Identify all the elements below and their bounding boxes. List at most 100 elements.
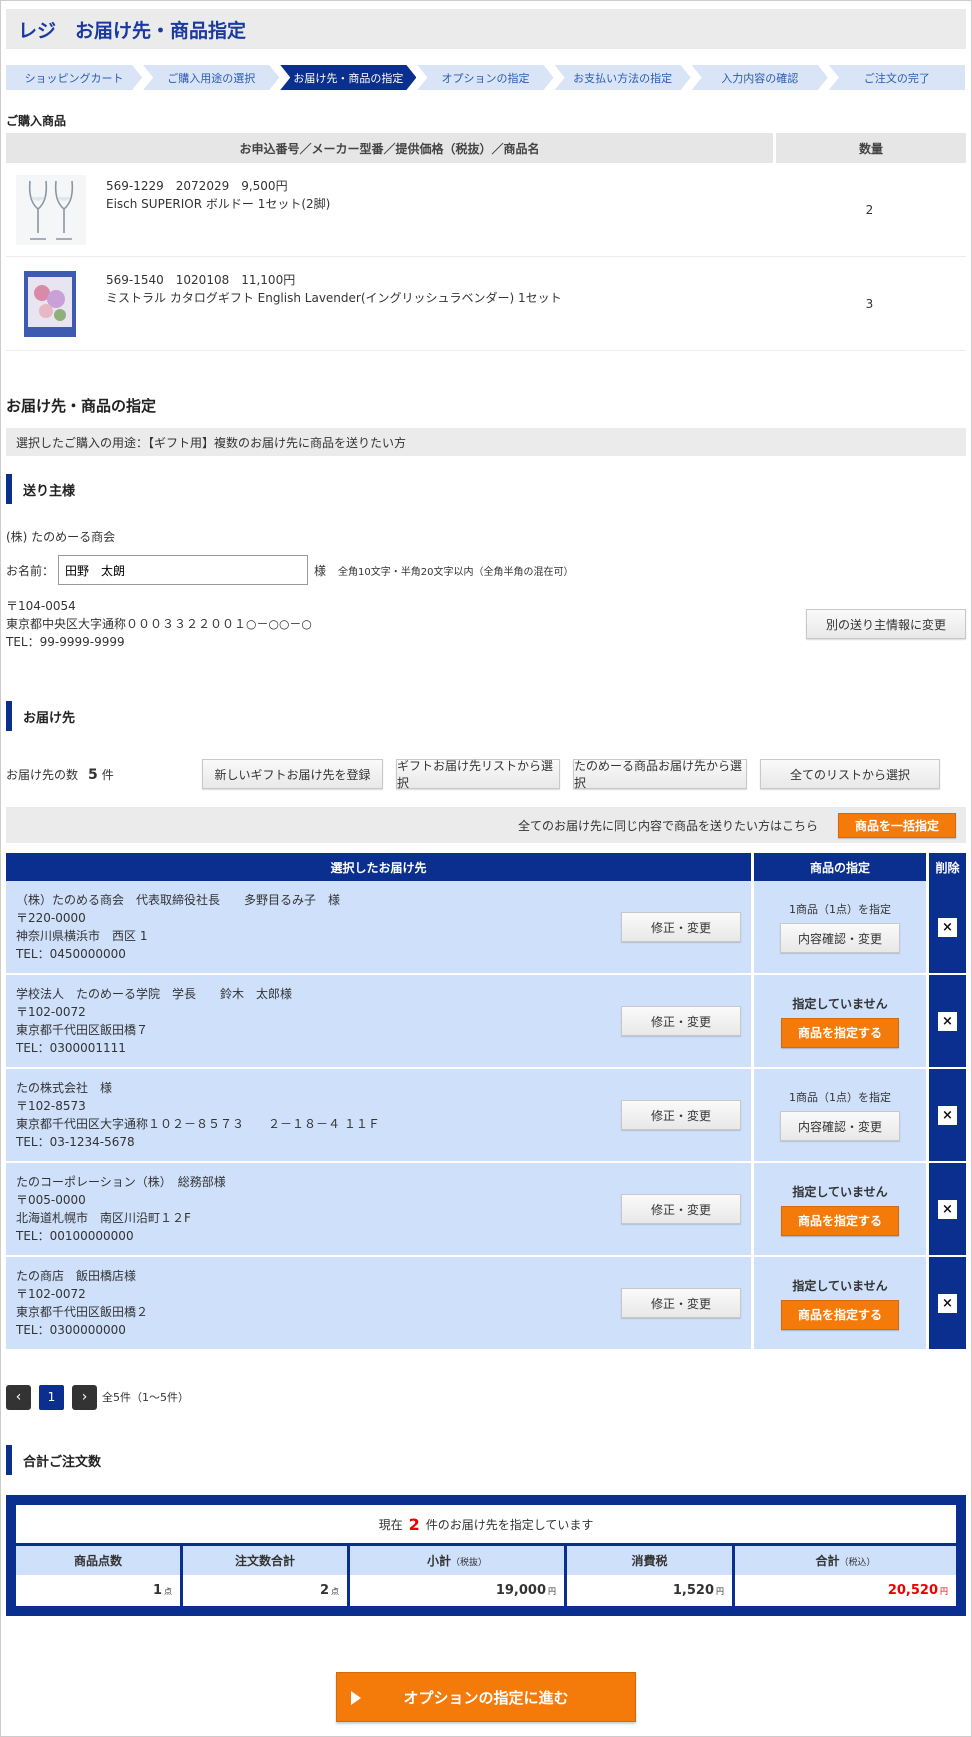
sender-name-row: お名前： 様 全角10文字・半角20文字以内（全角半角の混在可）	[6, 555, 966, 585]
edit-recipient-button[interactable]: 修正・変更	[621, 1006, 741, 1036]
recipient-row: たのコーポレーション（株） 総務部様 〒005-0000 北海道札幌市 南区川沿…	[6, 1163, 966, 1257]
delete-icon[interactable]: ×	[938, 1011, 957, 1031]
bulk-assign-button[interactable]: 商品を一括指定	[838, 812, 956, 838]
order-summary: 現在 2 件のお届け先を指定しています 商品点数 注文数合計 小計（税抜） 消費…	[6, 1495, 966, 1616]
recipient-tel: TEL：0300001111	[16, 1041, 126, 1055]
summary-heading: 合計ご注文数	[6, 1445, 966, 1475]
spec-status: 指定していません	[792, 1184, 888, 1199]
gift-list-select-button[interactable]: ギフトお届け先リストから選択	[396, 759, 560, 790]
recipient-zip: 〒005-0000	[16, 1193, 86, 1207]
recipient-address: 東京都千代田区大字通称１０２－８５７３ ２－１８－４ １１Ｆ	[16, 1117, 380, 1131]
recipient-zip: 〒102-0072	[16, 1005, 86, 1019]
delete-icon[interactable]: ×	[938, 1293, 957, 1313]
product-name: Eisch SUPERIOR ボルドー 1セット(2脚)	[106, 196, 331, 211]
confirm-change-button[interactable]: 内容確認・変更	[780, 923, 900, 953]
sender-tel: TEL：99-9999-9999	[6, 635, 125, 649]
products-col-main: お申込番号／メーカー型番／提供価格（税抜）／商品名	[6, 133, 773, 163]
col-product-spec: 商品の指定	[754, 853, 929, 881]
confirm-change-button[interactable]: 内容確認・変更	[780, 1111, 900, 1141]
spec-status: 指定していません	[792, 1278, 888, 1293]
sum-orders-value: 2点	[183, 1575, 350, 1606]
recipient-name: たの商店 飯田橋店様	[16, 1269, 137, 1283]
summary-now-prefix: 現在	[378, 1517, 403, 1532]
product-code: 569-1229 2072029 9,500円	[106, 178, 288, 193]
recipients-heading: お届け先	[6, 701, 966, 731]
tanomail-list-select-button[interactable]: たのめーる商品お届け先から選択	[573, 759, 747, 790]
sender-info: 〒104-0054 東京都中央区大字通称０００３３２２００１○－○○－○ TEL…	[6, 597, 966, 651]
edit-recipient-button[interactable]: 修正・変更	[621, 1288, 741, 1318]
pagination: ‹ 1 › 全5件（1〜5件）	[6, 1384, 966, 1410]
recipient-row: たの株式会社 様 〒102-8573 東京都千代田区大字通称１０２－８５７３ ２…	[6, 1069, 966, 1163]
sum-total-value: 20,520 円	[735, 1575, 956, 1606]
products-section-label: ご購入商品	[6, 114, 67, 128]
recipient-count: 5	[88, 766, 98, 783]
spec-status: 1商品（1点）を指定	[789, 903, 891, 916]
chevron-left-icon[interactable]: ‹	[6, 1384, 31, 1410]
col-selected-recipient: 選択したお届け先	[6, 853, 754, 881]
summary-current: 現在 2 件のお届け先を指定しています	[16, 1505, 956, 1543]
sender-name-label: お名前：	[6, 563, 55, 578]
summary-table: 商品点数 注文数合計 小計（税抜） 消費税 合計（税込） 1点 2点 19,00…	[16, 1546, 956, 1606]
all-list-select-button[interactable]: 全てのリストから選択	[760, 759, 940, 789]
step-indicator: ショッピングカート ご購入用途の選択 お届け先・商品の指定 オプションの指定 お…	[6, 65, 966, 90]
sum-col-subtotal: 小計（税抜）	[350, 1546, 567, 1575]
sender-address: 東京都中央区大字通称０００３３２２００１○－○○－○	[6, 617, 312, 631]
assign-product-button[interactable]: 商品を指定する	[781, 1299, 899, 1330]
recipient-zip: 〒102-0072	[16, 1287, 86, 1301]
recipient-name: （株）たのめる商会 代表取締役社長 多野目るみ子 様	[16, 893, 341, 907]
delete-icon[interactable]: ×	[938, 1199, 957, 1219]
proceed-options-button[interactable]: オプションの指定に進む	[336, 1672, 636, 1722]
recipient-address: 東京都千代田区飯田橋７	[16, 1023, 149, 1037]
recipient-row: たの商店 飯田橋店様 〒102-0072 東京都千代田区飯田橋２ TEL：030…	[6, 1257, 966, 1351]
recipient-name: 学校法人 たのめーる学院 学長 鈴木 太郎様	[16, 987, 293, 1001]
product-row: 569-1229 2072029 9,500円 Eisch SUPERIOR ボ…	[6, 163, 966, 257]
assign-product-button[interactable]: 商品を指定する	[781, 1017, 899, 1048]
delete-icon[interactable]: ×	[938, 1105, 957, 1125]
delete-icon[interactable]: ×	[938, 917, 957, 937]
step-options: オプションの指定	[417, 65, 553, 90]
pagination-total: 全5件（1〜5件）	[102, 1391, 189, 1404]
edit-recipient-button[interactable]: 修正・変更	[621, 912, 741, 942]
recipients-table: 選択したお届け先 商品の指定 削除 （株）たのめる商会 代表取締役社長 多野目る…	[6, 853, 966, 1351]
sum-col-orders: 注文数合計	[183, 1546, 350, 1575]
sender-zip: 〒104-0054	[6, 599, 76, 613]
recipient-address: 東京都千代田区飯田橋２	[16, 1305, 149, 1319]
recipient-address: 北海道札幌市 南区川沿町１２F	[16, 1211, 191, 1225]
sum-tax-value: 1,520 円	[567, 1575, 735, 1606]
edit-recipient-button[interactable]: 修正・変更	[621, 1100, 741, 1130]
recipient-zip: 〒220-0000	[16, 911, 86, 925]
product-qty: 2	[773, 163, 966, 257]
sender-heading: 送り主様	[6, 474, 966, 504]
page-header: レジ お届け先・商品指定	[6, 9, 966, 49]
edit-recipient-button[interactable]: 修正・変更	[621, 1194, 741, 1224]
spec-status: 1商品（1点）を指定	[789, 1091, 891, 1104]
step-complete: ご注文の完了	[828, 65, 965, 90]
page-number-current[interactable]: 1	[39, 1384, 64, 1410]
page: レジ お届け先・商品指定 ショッピングカート ご購入用途の選択 お届け先・商品の…	[0, 0, 972, 1737]
step-delivery: お届け先・商品の指定	[280, 65, 416, 90]
chevron-right-icon[interactable]: ›	[72, 1384, 97, 1410]
bulk-assign-text: 全てのお届け先に同じ内容で商品を送りたい方はこちら	[517, 818, 818, 833]
wine-glasses-image	[16, 174, 86, 245]
product-name: ミストラル カタログギフト English Lavender(イングリッシュラベ…	[106, 290, 562, 305]
play-arrow-icon	[351, 1691, 361, 1705]
step-cart: ショッピングカート	[6, 65, 142, 90]
assign-product-button[interactable]: 商品を指定する	[781, 1205, 899, 1236]
sender-company: (株) たのめーる商会	[6, 530, 116, 544]
recipient-name: たの株式会社 様	[16, 1081, 113, 1095]
delivery-section-title: お届け先・商品の指定	[6, 397, 157, 415]
summary-now-count: 2	[408, 1514, 420, 1534]
sum-col-total: 合計（税込）	[735, 1546, 956, 1575]
purchase-use-bar: 選択したご購入の用途：【ギフト用】複数のお届け先に商品を送りたい方	[6, 428, 966, 456]
recipient-address: 神奈川県横浜市 西区 1	[16, 929, 148, 943]
recipient-tel: TEL：03-1234-5678	[16, 1135, 135, 1149]
change-sender-button[interactable]: 別の送り主情報に変更	[806, 609, 966, 639]
register-new-recipient-button[interactable]: 新しいギフトお届け先を登録	[202, 759, 383, 789]
product-row: 569-1540 1020108 11,100円 ミストラル カタログギフト E…	[6, 257, 966, 351]
step-confirm: 入力内容の確認	[692, 65, 828, 90]
recipient-count-row: お届け先の数 5 件 新しいギフトお届け先を登録 ギフトお届け先リストから選択 たの…	[6, 759, 966, 790]
sender-name-input[interactable]	[58, 555, 309, 585]
proceed-options-label: オプションの指定に進む	[403, 1688, 569, 1707]
recipient-name: たのコーポレーション（株） 総務部様	[16, 1175, 226, 1189]
recipient-tel: TEL：00100000000	[16, 1229, 134, 1243]
